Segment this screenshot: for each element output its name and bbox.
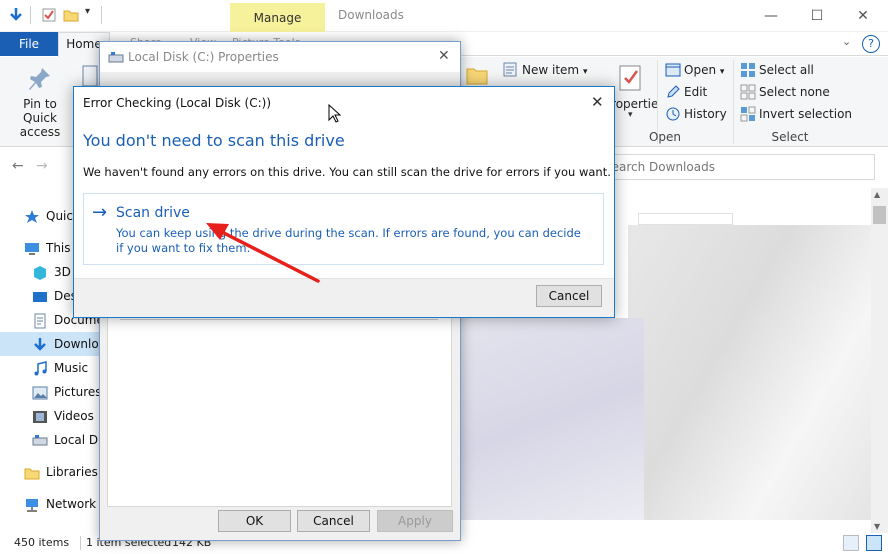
right-arrow-icon: →: [92, 202, 108, 223]
scan-drive-button[interactable]: → Scan drive You can keep using the driv…: [83, 193, 604, 265]
properties-label: Properties: [612, 97, 658, 111]
select-all-icon: [741, 63, 755, 77]
tab-file[interactable]: File: [0, 32, 58, 56]
properties-title: Local Disk (C:) Properties: [128, 50, 279, 64]
history-button[interactable]: History: [684, 107, 727, 121]
new-folder-icon[interactable]: [63, 7, 79, 23]
open-icon: [665, 63, 681, 77]
sidebar-item-label: Pictures: [54, 385, 102, 399]
open-dropdown-icon: ▾: [719, 67, 725, 77]
cancel-button[interactable]: Cancel: [297, 510, 370, 532]
new-item-dropdown-icon: ▾: [582, 67, 588, 77]
sidebar-item-network[interactable]: Network: [0, 493, 100, 517]
invert-selection-button[interactable]: Invert selection: [759, 107, 852, 121]
window-title: Downloads: [338, 8, 404, 22]
ribbon-separator-2: [733, 60, 734, 144]
computer-icon: [24, 241, 40, 257]
file-thumbnail[interactable]: [458, 318, 644, 520]
properties-icon: [619, 65, 641, 91]
item-count: 450 items: [14, 536, 70, 549]
minimize-button[interactable]: —: [748, 2, 794, 30]
select-none-button[interactable]: Select none: [759, 85, 830, 99]
open-label: Open: [684, 63, 717, 77]
properties-button[interactable]: Properties: [612, 97, 658, 111]
folder-icon: [466, 68, 488, 85]
apply-button[interactable]: Apply: [377, 510, 453, 532]
mouse-cursor-icon: [328, 104, 342, 123]
select-none-icon: [740, 84, 756, 100]
scan-drive-label: Scan drive: [116, 205, 190, 221]
forward-arrow-icon[interactable]: →: [36, 158, 48, 174]
new-item-button[interactable]: New item ▾: [522, 63, 587, 77]
copy-icon: [82, 65, 98, 87]
history-icon: [666, 107, 680, 121]
error-checking-footer: [74, 278, 614, 317]
hard-drive-icon: [108, 52, 124, 63]
sidebar-item-label: Music: [54, 361, 89, 375]
large-icons-view-icon[interactable]: [866, 535, 882, 551]
maximize-button[interactable]: ☐: [794, 2, 840, 30]
pictures-icon: [32, 385, 48, 401]
star-icon: [24, 209, 40, 225]
close-button[interactable]: ✕: [840, 2, 886, 30]
sidebar-item-pictures[interactable]: Pictures: [0, 381, 102, 405]
details-view-icon[interactable]: [843, 535, 859, 551]
error-checking-cancel-button[interactable]: Cancel: [536, 285, 602, 307]
back-arrow-icon[interactable]: ←: [12, 158, 24, 174]
sidebar-item-videos[interactable]: Videos: [0, 405, 100, 429]
error-checking-dialog: Error Checking (Local Disk (C:)) ✕ You d…: [73, 86, 615, 318]
new-item-label: New item: [522, 63, 580, 77]
document-icon: [32, 313, 48, 329]
scan-drive-description: You can keep using the drive during the …: [116, 226, 581, 255]
collapse-ribbon-icon[interactable]: ⌄: [842, 35, 851, 48]
properties-check-icon[interactable]: [41, 7, 57, 23]
properties-close-icon[interactable]: ✕: [438, 48, 450, 64]
cube-icon: [32, 265, 48, 281]
scroll-down-icon[interactable]: ▼: [874, 522, 880, 531]
sidebar-item-label: Libraries: [46, 465, 98, 479]
sidebar-item-music[interactable]: Music: [0, 357, 100, 381]
library-icon: [24, 465, 40, 481]
vertical-scrollbar[interactable]: [871, 188, 888, 533]
file-thumbnail-frame: [638, 213, 733, 225]
open-button[interactable]: Open ▾: [684, 63, 724, 77]
file-thumbnail[interactable]: [628, 225, 873, 520]
sidebar-item-label: Network: [46, 497, 97, 511]
pin-to-quick-access-button[interactable]: Pin to Quick access: [8, 97, 72, 139]
hard-drive-icon: [32, 433, 48, 449]
download-arrow-icon: [32, 337, 48, 353]
tab-manage[interactable]: Manage: [230, 3, 325, 33]
download-arrow-icon[interactable]: [8, 7, 24, 23]
error-checking-heading: You don't need to scan this drive: [83, 131, 345, 150]
music-note-icon: [32, 361, 48, 377]
help-icon[interactable]: ?: [862, 35, 880, 53]
error-checking-close-icon[interactable]: ✕: [591, 93, 604, 111]
invert-selection-icon: [740, 106, 756, 122]
new-item-icon: [503, 62, 517, 77]
status-separator: [80, 536, 81, 550]
qat-dropdown-icon[interactable]: ▾: [85, 6, 90, 17]
sidebar-item-label: Videos: [54, 409, 94, 423]
sidebar-item-local-disk[interactable]: Local Disk (C:): [0, 429, 140, 453]
search-placeholder: Search Downloads: [604, 160, 715, 174]
error-checking-message: We haven't found any errors on this driv…: [83, 165, 611, 179]
select-group-label: Select: [771, 130, 809, 144]
film-icon: [32, 409, 48, 425]
edit-icon: [667, 85, 680, 98]
edit-button[interactable]: Edit: [684, 85, 707, 99]
sidebar-item-downloads[interactable]: Downloads: [0, 333, 120, 357]
qat-separator: [30, 6, 31, 24]
select-all-button[interactable]: Select all: [759, 63, 814, 77]
desktop-icon: [32, 289, 48, 305]
qat-separator-2: [101, 6, 102, 24]
pin-icon: [29, 68, 50, 90]
sidebar-item-libraries[interactable]: Libraries: [0, 461, 100, 485]
open-group-label: Open: [648, 130, 682, 144]
ok-button[interactable]: OK: [218, 510, 291, 532]
network-icon: [24, 497, 40, 513]
properties-dropdown-icon[interactable]: ▾: [628, 110, 633, 120]
scrollbar-thumb[interactable]: [873, 206, 886, 224]
error-checking-title: Error Checking (Local Disk (C:)): [83, 96, 272, 110]
scroll-up-icon[interactable]: ▲: [874, 190, 880, 199]
